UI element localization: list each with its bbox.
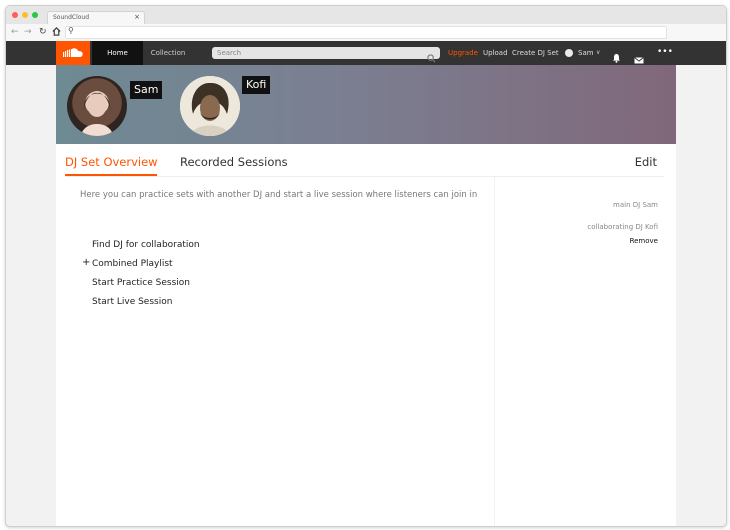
- find-dj-link[interactable]: Find DJ for collaboration: [92, 239, 200, 251]
- page-content: Sam Kofi DJ Set Overview Recorded Sessio…: [56, 65, 676, 526]
- upgrade-link[interactable]: Upgrade: [448, 41, 478, 65]
- tabs-divider: [65, 176, 664, 177]
- close-window-button[interactable]: [12, 12, 18, 18]
- url-field[interactable]: ⚲: [65, 26, 667, 39]
- remove-collaborator-button[interactable]: Remove: [630, 236, 658, 246]
- forward-arrow-icon[interactable]: →: [24, 26, 32, 38]
- dj-kofi-avatar[interactable]: [180, 76, 240, 136]
- search-box: [212, 47, 440, 63]
- back-arrow-icon[interactable]: ←: [11, 26, 19, 38]
- tab-close-icon[interactable]: ×: [134, 13, 140, 21]
- combined-playlist-link[interactable]: Combined Playlist: [92, 258, 173, 270]
- plus-icon[interactable]: +: [82, 257, 90, 269]
- maximize-window-button[interactable]: [32, 12, 38, 18]
- url-search-icon: ⚲: [68, 26, 74, 35]
- profile-banner: Sam Kofi: [56, 65, 676, 144]
- dj-sam-avatar[interactable]: [67, 76, 127, 136]
- dj-kofi-name-tag: Kofi: [242, 76, 271, 94]
- home-icon[interactable]: [52, 27, 61, 40]
- tab-recorded-sessions[interactable]: Recorded Sessions: [180, 155, 288, 169]
- browser-tab-title: SoundCloud: [53, 14, 90, 21]
- main-dj-label: main DJ Sam: [613, 201, 658, 209]
- reload-icon[interactable]: ↻: [39, 26, 47, 38]
- nav-collection[interactable]: Collection: [143, 41, 193, 65]
- minimize-window-button[interactable]: [22, 12, 28, 18]
- browser-toolbar: ← → ↻ ⚲: [6, 24, 726, 42]
- user-menu-name[interactable]: Sam: [578, 41, 594, 65]
- browser-tab-bar: SoundCloud ×: [6, 6, 726, 25]
- site-header: Home Collection Upgrade Upload Create DJ…: [6, 41, 726, 65]
- start-practice-session-link[interactable]: Start Practice Session: [92, 277, 190, 289]
- nav-home[interactable]: Home: [92, 41, 143, 65]
- search-input[interactable]: [212, 47, 422, 59]
- sidebar-divider: [494, 177, 495, 526]
- chevron-down-icon[interactable]: ∨: [596, 41, 600, 65]
- start-live-session-link[interactable]: Start Live Session: [92, 296, 172, 308]
- tab-dj-set-overview[interactable]: DJ Set Overview: [65, 155, 158, 169]
- collaborating-dj-label: collaborating DJ Kofi: [587, 223, 658, 231]
- more-icon[interactable]: •••: [657, 41, 673, 64]
- browser-window: SoundCloud × ← → ↻ ⚲ Home Collection Sea…: [5, 5, 727, 527]
- create-dj-set-link[interactable]: Create DJ Set: [512, 41, 559, 65]
- edit-button[interactable]: Edit: [635, 155, 657, 169]
- upload-link[interactable]: Upload: [483, 41, 508, 65]
- browser-tab[interactable]: SoundCloud ×: [47, 11, 145, 25]
- dj-sam-name-tag: Sam: [130, 81, 163, 99]
- user-avatar[interactable]: [565, 49, 573, 57]
- soundcloud-logo-icon[interactable]: [56, 41, 90, 65]
- dj-set-description: Here you can practice sets with another …: [80, 190, 478, 200]
